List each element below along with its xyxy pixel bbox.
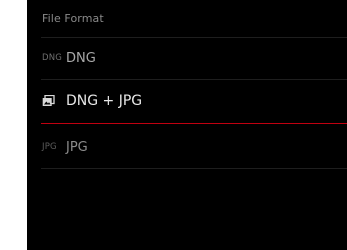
divider — [41, 168, 347, 169]
option-jpg[interactable]: JPG JPG — [41, 129, 347, 165]
divider — [41, 37, 347, 38]
menu-title: File Format — [42, 12, 104, 25]
camera-menu-screen: File Format DNG DNG DNG + JPG JPG JPG — [27, 0, 347, 250]
dng-jpg-stack-icon — [42, 94, 66, 108]
jpg-format-icon: JPG — [42, 142, 57, 152]
option-label: DNG — [66, 50, 96, 66]
dng-format-icon: DNG — [42, 53, 63, 63]
option-dng[interactable]: DNG DNG — [41, 40, 347, 76]
option-label: JPG — [66, 139, 88, 155]
option-dng-jpg[interactable]: DNG + JPG — [41, 83, 347, 119]
divider — [41, 79, 347, 80]
selection-underline — [41, 123, 347, 124]
option-label: DNG + JPG — [66, 93, 143, 109]
